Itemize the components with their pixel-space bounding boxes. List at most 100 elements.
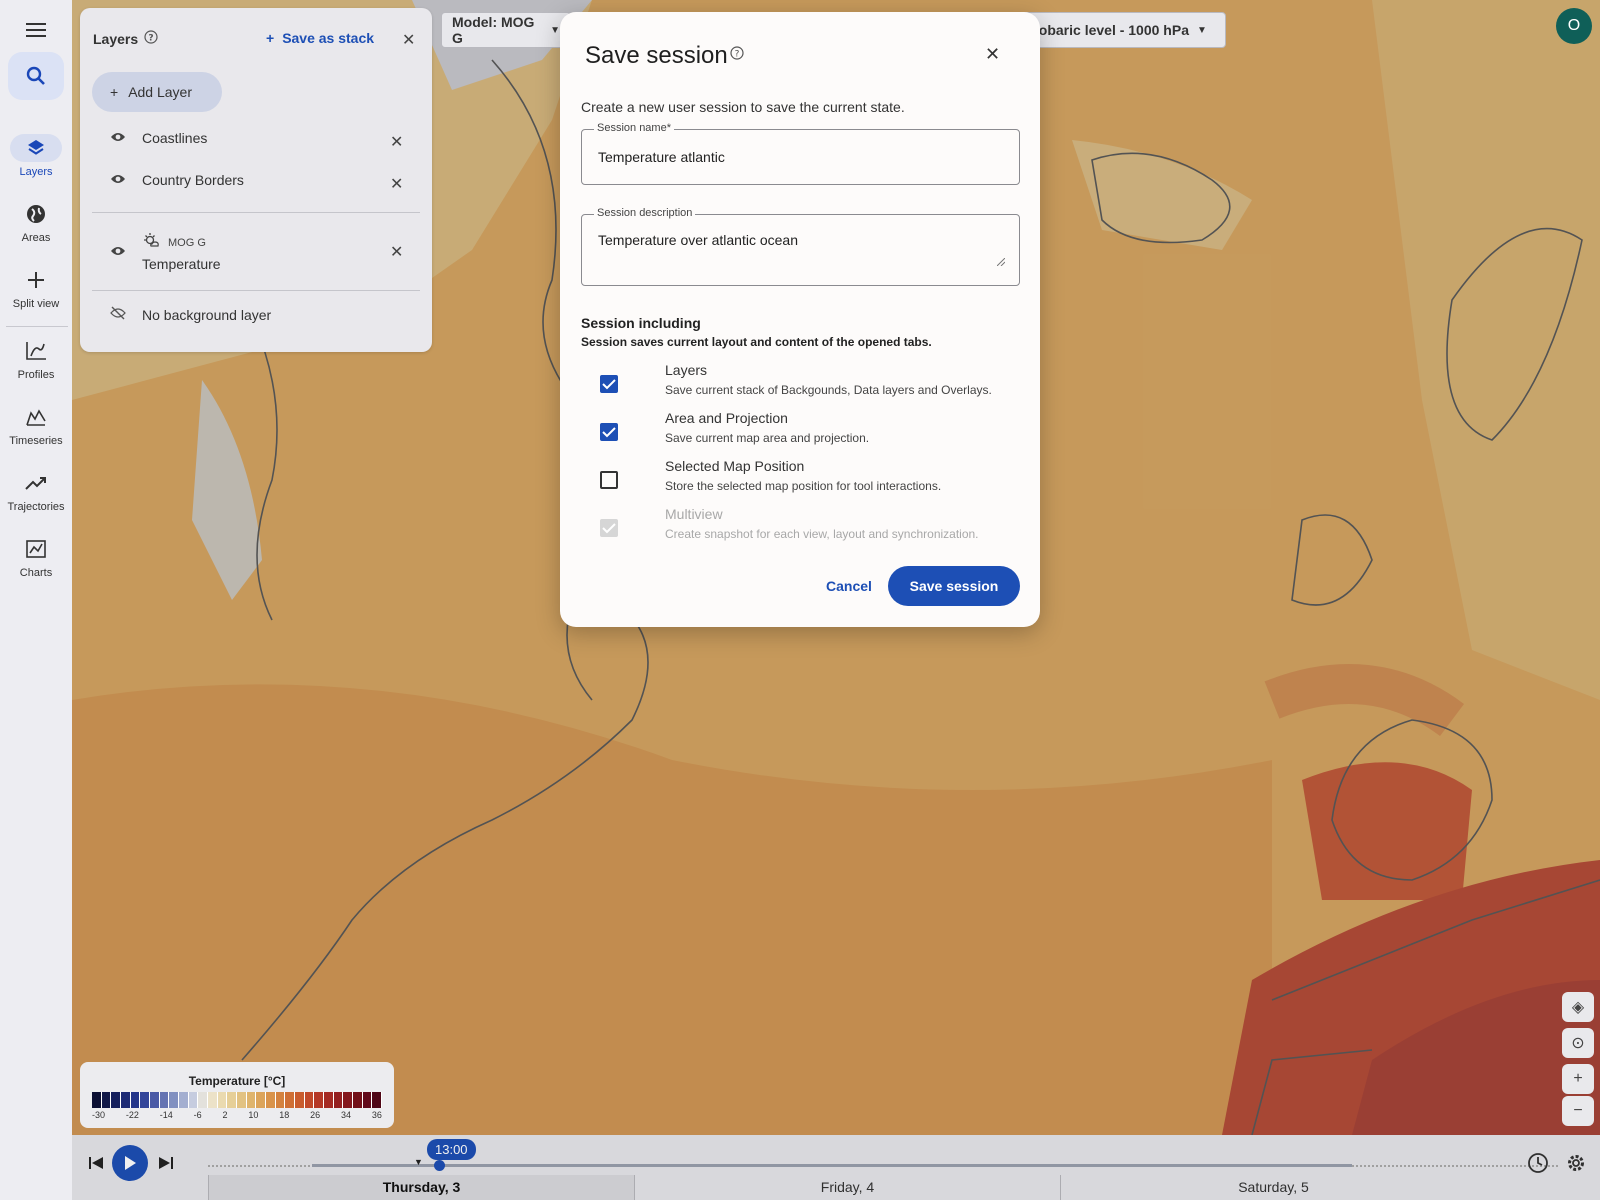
help-icon[interactable]: ? [144, 30, 158, 47]
legend-swatch [256, 1092, 267, 1108]
help-icon[interactable]: ? [730, 46, 744, 65]
legend-tick: 18 [279, 1110, 290, 1120]
rail-item-label: Profiles [17, 369, 55, 381]
option-desc: Store the selected map position for tool… [665, 479, 942, 493]
option-area-projection[interactable]: Area and Projection Save current map are… [596, 410, 1016, 454]
zoom-in-button[interactable]: + [1562, 1064, 1594, 1094]
legend-swatch [150, 1092, 160, 1108]
legend-swatch [266, 1092, 276, 1108]
legend-tick: -30 [92, 1110, 106, 1120]
session-name-label: Session name* [594, 122, 674, 134]
legend-color-bar [92, 1092, 383, 1108]
legend-swatch [314, 1092, 325, 1108]
legend-swatch [101, 1092, 112, 1108]
session-name-value: Temperature atlantic [598, 149, 725, 165]
level-dropdown[interactable]: sobaric level - 1000 hPa ▼ [1020, 12, 1226, 48]
option-multiview: Multiview Create snapshot for each view,… [596, 506, 1016, 550]
search-button[interactable] [8, 52, 64, 100]
resize-handle-icon[interactable] [996, 253, 1006, 271]
layers-icon [10, 134, 62, 162]
svg-text:?: ? [149, 34, 154, 44]
area-projection-checkbox[interactable] [600, 423, 618, 441]
session-description-field[interactable]: Session description Temperature over atl… [581, 207, 1020, 286]
legend-title: Temperature [°C] [188, 1074, 286, 1088]
legend-swatch [111, 1092, 122, 1108]
level-label: sobaric level - 1000 hPa [1031, 22, 1189, 38]
trending-up-icon [10, 469, 62, 497]
eye-off-icon [110, 306, 126, 323]
rail-item-areas[interactable]: Areas [0, 200, 72, 244]
legend-swatch [353, 1092, 363, 1108]
legend-swatch [179, 1092, 189, 1108]
close-icon[interactable]: ✕ [985, 44, 1000, 65]
caret-down-icon: ▼ [1196, 24, 1207, 36]
legend-swatch [227, 1092, 238, 1108]
rail-item-split-view[interactable]: Split view [0, 266, 72, 310]
legend-swatch [304, 1092, 315, 1108]
background-layer-row[interactable]: No background layer [110, 306, 271, 323]
legend-tick: 10 [248, 1110, 259, 1120]
legend-swatch [159, 1092, 170, 1108]
layers-checkbox[interactable] [600, 375, 618, 393]
layers-panel-title: Layers [93, 30, 139, 47]
eye-icon[interactable] [110, 172, 126, 188]
layer-row-coastlines[interactable]: Coastlines [110, 130, 207, 146]
legend-swatch [188, 1092, 199, 1108]
layer-row-temperature[interactable] [110, 244, 126, 260]
add-layer-button[interactable]: + Add Layer [92, 72, 222, 112]
navigation-rail: Layers Areas Split view Profiles Timeser… [0, 0, 72, 1200]
rail-item-trajectories[interactable]: Trajectories [0, 469, 72, 513]
session-name-field[interactable]: Session name* Temperature atlantic [581, 122, 1020, 185]
compass-button[interactable]: ⊙ [1562, 1028, 1594, 1058]
remove-layer-icon[interactable]: ✕ [390, 242, 403, 262]
remove-layer-icon[interactable]: ✕ [390, 174, 403, 194]
close-icon[interactable]: ✕ [402, 30, 415, 50]
legend-swatch [324, 1092, 334, 1108]
layer-row-country-borders[interactable]: Country Borders [110, 172, 244, 188]
option-layers[interactable]: Layers Save current stack of Backgounds,… [596, 362, 1016, 406]
save-as-stack-button[interactable]: + Save as stack [266, 30, 374, 46]
session-description-label: Session description [594, 207, 696, 219]
option-title: Area and Projection [665, 410, 788, 426]
sun-cloud-icon [142, 232, 160, 253]
legend-swatch [130, 1092, 141, 1108]
option-desc: Save current stack of Backgounds, Data l… [665, 383, 992, 397]
plus-icon [10, 266, 62, 294]
zoom-out-button[interactable]: − [1562, 1096, 1594, 1126]
eye-icon[interactable] [110, 130, 126, 146]
legend-swatch [217, 1092, 228, 1108]
selected-map-position-checkbox[interactable] [600, 471, 618, 489]
dialog-subtitle: Create a new user session to save the cu… [581, 99, 905, 115]
legend-swatch [295, 1092, 305, 1108]
legend-swatch [237, 1092, 247, 1108]
rail-item-timeseries[interactable]: Timeseries [0, 403, 72, 447]
rail-item-profiles[interactable]: Profiles [0, 337, 72, 381]
rail-item-layers[interactable]: Layers [0, 134, 72, 178]
rail-item-charts[interactable]: Charts [0, 535, 72, 579]
model-dropdown[interactable]: Model: MOG G ▼ [441, 12, 571, 48]
legend-swatch [208, 1092, 218, 1108]
check-icon [602, 523, 616, 534]
legend-ticks: -30 -22 -14 -6 2 10 18 26 34 36 [92, 1110, 382, 1120]
section-subtitle: Session saves current layout and content… [581, 335, 932, 349]
option-selected-map-position[interactable]: Selected Map Position Store the selected… [596, 458, 1016, 502]
plus-icon: + [1573, 1070, 1583, 1087]
legend-swatch [333, 1092, 344, 1108]
check-icon [602, 427, 616, 438]
legend-swatch [169, 1092, 180, 1108]
legend-swatch [121, 1092, 131, 1108]
avatar[interactable]: O [1556, 8, 1592, 44]
layer-name: Temperature [142, 256, 221, 272]
save-session-button[interactable]: Save session [888, 566, 1020, 606]
option-title: Layers [665, 362, 708, 378]
remove-layer-icon[interactable]: ✕ [390, 132, 403, 152]
menu-icon[interactable] [20, 14, 52, 46]
cancel-button[interactable]: Cancel [826, 578, 872, 594]
data-layer-model: MOG G [142, 232, 206, 253]
profiles-icon [10, 337, 62, 365]
eye-icon[interactable] [110, 244, 126, 260]
layers-toggle-button[interactable]: ◈ [1562, 992, 1594, 1022]
legend-swatch [198, 1092, 209, 1108]
option-title: Multiview [665, 506, 723, 522]
option-desc: Save current map area and projection. [665, 431, 870, 445]
